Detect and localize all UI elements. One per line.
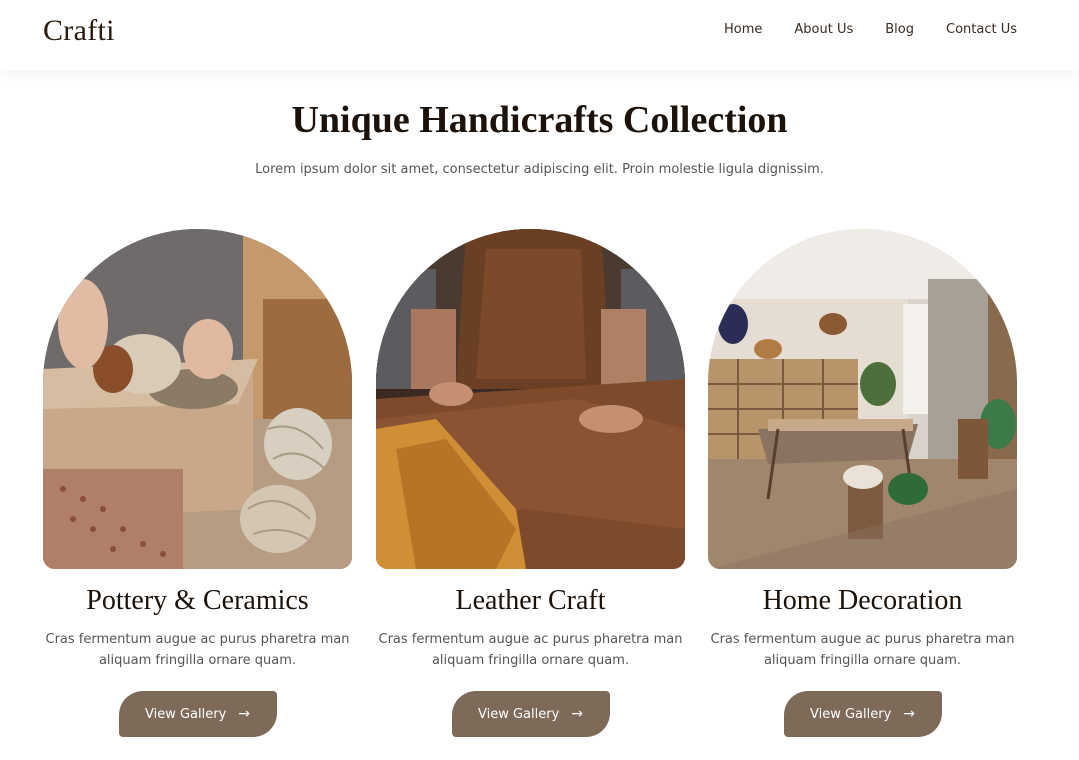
nav-home[interactable]: Home xyxy=(724,22,762,37)
page-title: Unique Handicrafts Collection xyxy=(291,99,788,141)
leather-image xyxy=(376,229,685,569)
site-logo[interactable]: Crafti xyxy=(43,14,115,48)
nav-blog[interactable]: Blog xyxy=(885,22,914,37)
card-pottery: Pottery & Ceramics Cras fermentum augue … xyxy=(43,229,352,737)
view-gallery-button[interactable]: View Gallery → xyxy=(451,691,610,737)
arrow-right-icon: → xyxy=(903,706,916,722)
main-nav: Home About Us Blog Contact Us xyxy=(724,22,1017,37)
pottery-image xyxy=(43,229,352,569)
button-label: View Gallery xyxy=(809,706,892,722)
nav-about-us[interactable]: About Us xyxy=(794,22,853,37)
card-leather: Leather Craft Cras fermentum augue ac pu… xyxy=(376,229,685,737)
arrow-right-icon: → xyxy=(238,706,251,722)
site-header: Crafti Home About Us Blog Contact Us xyxy=(0,0,1079,70)
nav-contact-us[interactable]: Contact Us xyxy=(946,22,1017,37)
card-description: Cras fermentum augue ac purus pharetra m… xyxy=(45,632,350,668)
card-title: Leather Craft xyxy=(455,585,606,616)
button-label: View Gallery xyxy=(144,706,227,722)
card-title: Pottery & Ceramics xyxy=(86,585,309,616)
home-decoration-image xyxy=(708,229,1017,569)
card-description: Cras fermentum augue ac purus pharetra m… xyxy=(378,632,683,668)
page-subtitle: Lorem ipsum dolor sit amet, consectetur … xyxy=(255,162,824,177)
card-description: Cras fermentum augue ac purus pharetra m… xyxy=(710,632,1015,668)
view-gallery-button[interactable]: View Gallery → xyxy=(783,691,942,737)
button-label: View Gallery xyxy=(477,706,560,722)
card-title: Home Decoration xyxy=(762,585,963,616)
card-home-decoration: Home Decoration Cras fermentum augue ac … xyxy=(708,229,1017,737)
arrow-right-icon: → xyxy=(571,706,584,722)
view-gallery-button[interactable]: View Gallery → xyxy=(118,691,277,737)
